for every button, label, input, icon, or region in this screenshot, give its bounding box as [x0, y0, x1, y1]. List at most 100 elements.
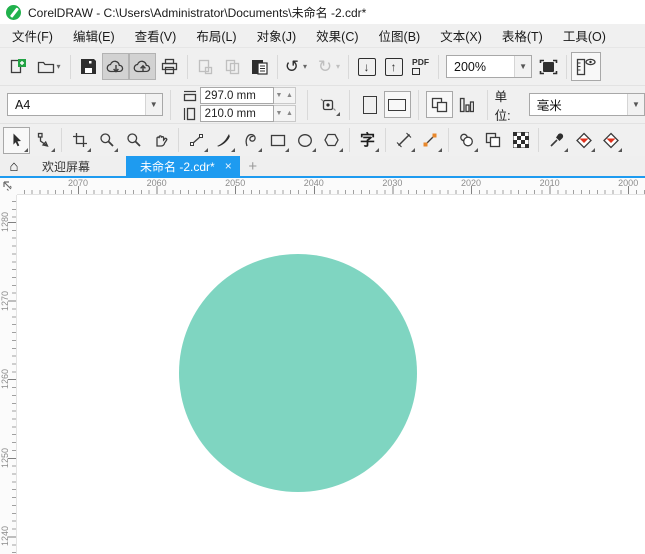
page-size-dropdown-arrow[interactable]: ▼ [144, 94, 162, 115]
ruler-origin-icon [3, 181, 12, 191]
drop-shadow-tool[interactable] [453, 127, 480, 154]
page-height-spinner[interactable]: ▼ ▲ [273, 105, 296, 122]
zoom-tool[interactable] [93, 127, 120, 154]
new-tab-button[interactable]: + [240, 156, 266, 176]
ellipse-tool[interactable] [291, 127, 318, 154]
menu-view[interactable]: 查看(V) [125, 23, 187, 48]
menu-bitmaps[interactable]: 位图(B) [369, 23, 431, 48]
units-combobox[interactable]: 毫米 ▼ [528, 93, 645, 116]
text-tool[interactable]: 字 [354, 127, 381, 154]
propbar-separator [169, 89, 171, 120]
dimension-tool-icon [396, 132, 411, 148]
smart-fill-tool[interactable] [597, 127, 624, 154]
zoom-dropdown-arrow[interactable]: ▼ [514, 56, 532, 77]
page-dimensions: 297.0 mm ▼ ▲ 210.0 mm ▼ ▲ [182, 87, 296, 122]
eyedropper-tool[interactable] [543, 127, 570, 154]
paste-button[interactable] [246, 53, 273, 80]
shape-tool-icon [37, 132, 49, 147]
toolbox: 字 [0, 123, 645, 156]
pan-tool[interactable] [147, 127, 174, 154]
redo-button: ↻ [315, 53, 335, 80]
landscape-button[interactable] [383, 91, 411, 118]
pick-tool[interactable] [3, 126, 30, 154]
print-button[interactable] [156, 53, 183, 80]
export-button[interactable]: ↑ [380, 53, 407, 80]
connector-tool[interactable] [417, 127, 444, 154]
horizontal-ruler[interactable]: 2070 2060 2050 2040 2030 2020 2010 2000 [17, 178, 645, 195]
crop-tool[interactable] [66, 127, 93, 154]
transparency-tool[interactable] [480, 127, 507, 154]
hruler-label: 2010 [539, 178, 560, 188]
page-size-combobox[interactable]: A4 ▼ [7, 93, 163, 116]
menu-text[interactable]: 文本(X) [430, 23, 492, 48]
copy-icon [225, 59, 240, 74]
menu-effects[interactable]: 效果(C) [306, 23, 368, 48]
toolbox-separator [385, 128, 386, 152]
undo-dropdown-arrow[interactable]: ▾ [303, 62, 307, 71]
ellipse-shape[interactable] [179, 254, 417, 492]
copy-button [219, 53, 246, 80]
shape-tool[interactable] [30, 127, 57, 154]
document-tab[interactable]: 未命名 -2.cdr* × [126, 156, 240, 176]
freehand-tool-icon [189, 134, 203, 146]
vruler-label: 1260 [0, 369, 10, 390]
menu-tools[interactable]: 工具(O) [553, 23, 616, 48]
home-tab-button[interactable]: ⌂ [0, 156, 28, 176]
dimension-tool[interactable] [390, 127, 417, 154]
show-rulers-button[interactable] [571, 52, 602, 81]
portrait-button[interactable] [357, 91, 384, 118]
publish-pdf-button[interactable]: PDF [407, 53, 434, 80]
zoom-secondary-tool[interactable] [120, 127, 147, 154]
open-dropdown-arrow[interactable]: ▾ [56, 62, 60, 71]
menu-layout[interactable]: 布局(L) [186, 23, 246, 48]
hruler-label: 2040 [303, 178, 324, 188]
bspline-tool[interactable] [237, 127, 264, 154]
hruler-label: 2020 [460, 178, 482, 188]
cloud-download-button[interactable] [102, 53, 129, 80]
save-icon [81, 59, 96, 74]
menu-file[interactable]: 文件(F) [2, 23, 63, 48]
interactive-fill-tool[interactable] [570, 127, 597, 154]
ellipse-tool-icon [297, 133, 312, 147]
units-dropdown-arrow[interactable]: ▼ [627, 94, 644, 115]
artistic-media-tool[interactable] [210, 127, 237, 154]
import-button[interactable]: ↓ [353, 53, 380, 80]
undo-button[interactable]: ↺ [282, 53, 302, 80]
page-height-value: 210.0 mm [204, 107, 256, 120]
page-height-icon [182, 107, 198, 121]
ruler-origin-corner[interactable] [0, 178, 17, 195]
new-document-button[interactable] [5, 53, 32, 80]
document-tab-bar: ⌂ 欢迎屏幕 未命名 -2.cdr* × + [0, 156, 645, 178]
snap-to-button[interactable] [315, 91, 342, 118]
open-button[interactable]: ▾ [32, 53, 66, 80]
full-screen-preview-button[interactable] [535, 53, 562, 80]
rectangle-tool[interactable] [264, 127, 291, 154]
drawing-canvas[interactable] [17, 195, 645, 554]
close-tab-icon[interactable]: × [225, 159, 232, 173]
mesh-fill-tool[interactable] [507, 127, 534, 154]
menu-table[interactable]: 表格(T) [492, 23, 553, 48]
zoom-level-combobox[interactable]: 200% ▼ [446, 55, 533, 78]
menu-object[interactable]: 对象(J) [247, 23, 307, 48]
paste-icon [251, 60, 268, 75]
vertical-ruler[interactable]: 1280 1270 1260 1250 1240 [0, 195, 17, 554]
crop-tool-icon [72, 133, 87, 147]
cloud-upload-button[interactable] [129, 53, 156, 80]
propbar-separator [306, 89, 308, 120]
freehand-tool[interactable] [183, 127, 210, 154]
menu-edit[interactable]: 编辑(E) [63, 23, 125, 48]
page-height-field[interactable]: 210.0 mm [199, 105, 274, 122]
toolbox-separator [349, 128, 350, 152]
save-button[interactable] [75, 53, 102, 80]
toolbox-separator [61, 128, 62, 152]
single-page-button[interactable] [453, 91, 480, 118]
pick-tool-icon [12, 133, 21, 147]
all-pages-button[interactable] [425, 91, 453, 118]
zoom-tool-icon [99, 133, 114, 147]
units-label: 单位: [494, 89, 511, 123]
page-width-field[interactable]: 297.0 mm [199, 87, 274, 104]
polygon-tool[interactable] [318, 127, 345, 154]
welcome-screen-tab[interactable]: 欢迎屏幕 [28, 156, 104, 176]
standard-toolbar: ▾ ↺ ▾ ↻ ▾ ↓ ↑ PDF 200% ▼ [0, 48, 645, 85]
page-width-spinner[interactable]: ▼ ▲ [273, 87, 296, 104]
